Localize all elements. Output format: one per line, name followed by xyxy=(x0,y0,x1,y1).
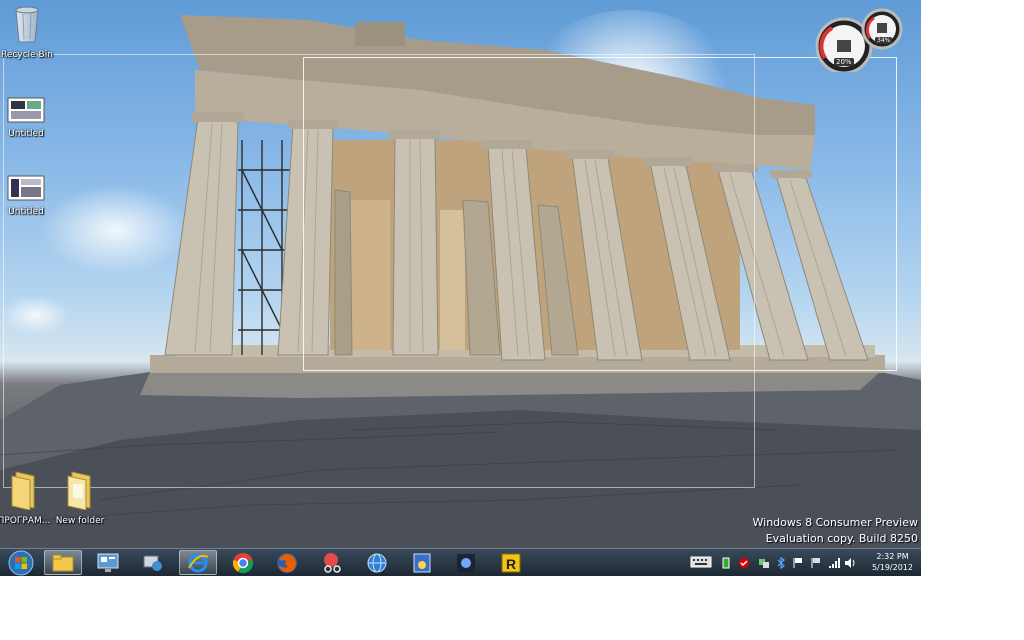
desktop-icon-new-folder[interactable]: New folder xyxy=(48,470,112,527)
folder-icon xyxy=(67,471,91,511)
firefox-icon xyxy=(277,552,297,573)
taskbar-globe-app[interactable] xyxy=(358,550,396,575)
desktop-icon-untitled-1[interactable]: Untitled xyxy=(0,97,58,140)
desktop-background: Recycle Bin Untitled Untitled ПРОГРАМ... xyxy=(0,0,921,548)
r-app-icon: R xyxy=(501,553,521,572)
system-clock[interactable]: 2:32 PM 5/19/2012 xyxy=(872,551,913,573)
control-panel-icon xyxy=(97,553,119,572)
image-file-icon xyxy=(7,175,45,201)
battery-icon[interactable] xyxy=(722,557,730,569)
game-icon xyxy=(457,553,475,572)
taskbar-firefox[interactable] xyxy=(268,550,306,575)
folder-icon xyxy=(52,554,74,571)
watermark-line-1: Windows 8 Consumer Preview xyxy=(752,516,919,529)
gauge-icon xyxy=(815,8,903,72)
folder-icon xyxy=(11,471,35,511)
desktop-icon-label: Recycle Bin xyxy=(1,50,53,60)
ie-icon xyxy=(188,553,209,572)
desktop-icon-label: Untitled xyxy=(8,129,44,139)
cpu-meter-gadget[interactable]: 20% 34% xyxy=(812,6,907,72)
volume-icon[interactable] xyxy=(844,557,856,569)
desktop-icon-recycle-bin[interactable]: Recycle Bin xyxy=(0,4,59,61)
recycle-bin-icon xyxy=(15,6,39,43)
image-file-icon xyxy=(7,97,45,123)
action-center-icon[interactable] xyxy=(810,557,822,569)
taskbar: R 2:32 PM 5/19/2012 xyxy=(0,548,921,576)
taskbar-explorer[interactable] xyxy=(44,550,82,575)
svg-text:R: R xyxy=(506,556,516,572)
taskbar-game-app[interactable] xyxy=(447,550,485,575)
globe-icon xyxy=(367,553,387,572)
taskbar-media-app[interactable] xyxy=(403,550,441,575)
desktop-icon-untitled-2[interactable]: Untitled xyxy=(0,175,58,218)
selection-frame xyxy=(303,57,897,371)
network-tray-icon[interactable] xyxy=(758,557,770,569)
media-icon xyxy=(413,553,431,572)
taskbar-chrome[interactable] xyxy=(224,550,262,575)
keyboard-icon[interactable] xyxy=(690,556,712,568)
taskbar-control-panel[interactable] xyxy=(89,550,127,575)
desktop-icon-label: New folder xyxy=(55,516,105,526)
antivirus-icon[interactable] xyxy=(738,557,750,569)
network-icon xyxy=(143,555,162,571)
taskbar-snipping-tool[interactable] xyxy=(313,550,351,575)
start-button[interactable] xyxy=(2,550,40,575)
desktop-icon-label: Untitled xyxy=(8,207,44,217)
windows-orb-icon xyxy=(8,550,34,575)
clock-date: 5/19/2012 xyxy=(871,563,913,572)
flag-icon[interactable] xyxy=(792,557,804,569)
cpu-percent: 20% xyxy=(834,58,854,66)
scissors-icon xyxy=(324,552,341,573)
taskbar-r-app[interactable]: R xyxy=(492,550,530,575)
signal-icon[interactable] xyxy=(828,557,840,569)
taskbar-network[interactable] xyxy=(134,550,172,575)
bluetooth-icon[interactable] xyxy=(776,557,786,569)
memory-percent: 34% xyxy=(875,37,893,44)
chrome-icon xyxy=(232,552,254,573)
taskbar-internet-explorer[interactable] xyxy=(179,550,217,575)
clock-time: 2:32 PM xyxy=(876,552,909,561)
watermark-line-2: Evaluation copy. Build 8250 xyxy=(765,532,918,545)
